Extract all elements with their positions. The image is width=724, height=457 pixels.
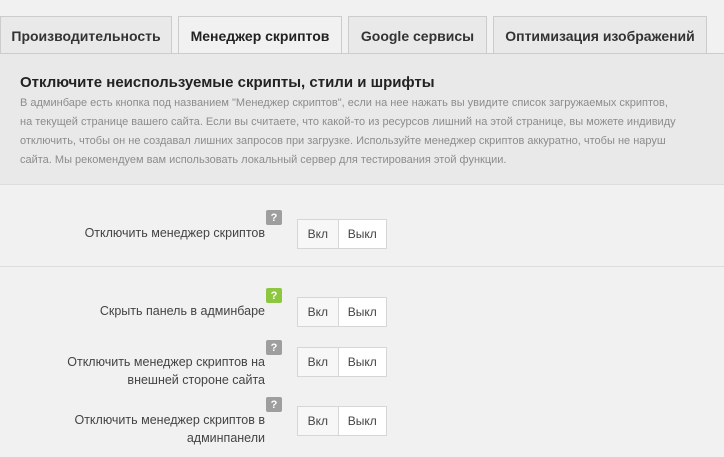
setting-label-disable-frontend: Отключить менеджер скриптов на внешней с… <box>67 355 265 387</box>
help-icon[interactable]: ? <box>266 340 282 355</box>
setting-label-hide-adminbar-panel: Скрыть панель в админбаре <box>99 304 265 318</box>
tab-script-manager[interactable]: Менеджер скриптов <box>178 16 342 55</box>
tab-label: Производительность <box>11 27 161 44</box>
tab-performance[interactable]: Производительность <box>0 16 172 54</box>
info-text-line: сайта. Мы рекомендуем вам использовать л… <box>20 154 507 166</box>
toggle-off-button[interactable]: Выкл <box>338 407 386 435</box>
tab-label: Менеджер скриптов <box>190 28 330 44</box>
toggle-on-button[interactable]: Вкл <box>298 407 339 435</box>
info-text-line: отключить, чтобы он не создавал лишних з… <box>20 135 666 147</box>
toggle-disable-frontend: Вкл Выкл <box>297 347 387 377</box>
toggle-off-button[interactable]: Выкл <box>338 220 386 248</box>
section-divider <box>0 266 724 267</box>
toggle-on-button[interactable]: Вкл <box>298 298 339 326</box>
toggle-off-button[interactable]: Выкл <box>338 298 386 326</box>
help-icon[interactable]: ? <box>266 210 282 225</box>
toggle-disable-script-manager: Вкл Выкл <box>297 219 387 249</box>
tab-bar: Производительность Менеджер скриптов Goo… <box>0 0 724 55</box>
tab-label: Google сервисы <box>360 27 475 44</box>
info-text-line: на текущей странице вашего сайта. Если в… <box>20 116 676 128</box>
help-icon[interactable]: ? <box>266 397 282 412</box>
toggle-on-button[interactable]: Вкл <box>298 348 339 376</box>
tab-google-services[interactable]: Google сервисы <box>348 16 487 54</box>
toggle-on-button[interactable]: Вкл <box>298 220 339 248</box>
toggle-disable-adminpanel: Вкл Выкл <box>297 406 387 436</box>
setting-label-disable-adminpanel: Отключить менеджер скриптов в админпанел… <box>74 413 265 445</box>
info-panel: Отключите неиспользуемые скрипты, стили … <box>0 54 724 185</box>
toggle-hide-adminbar-panel: Вкл Выкл <box>297 297 387 327</box>
tab-image-optimization[interactable]: Оптимизация изображений <box>493 16 707 54</box>
toggle-off-button[interactable]: Выкл <box>338 348 386 376</box>
info-text-line: В админбаре есть кнопка под названием "М… <box>20 97 668 109</box>
help-icon[interactable]: ? <box>266 288 282 303</box>
info-title: Отключите неиспользуемые скрипты, стили … <box>20 74 435 91</box>
tab-label: Оптимизация изображений <box>505 27 695 44</box>
setting-label-disable-script-manager: Отключить менеджер скриптов <box>84 226 265 240</box>
